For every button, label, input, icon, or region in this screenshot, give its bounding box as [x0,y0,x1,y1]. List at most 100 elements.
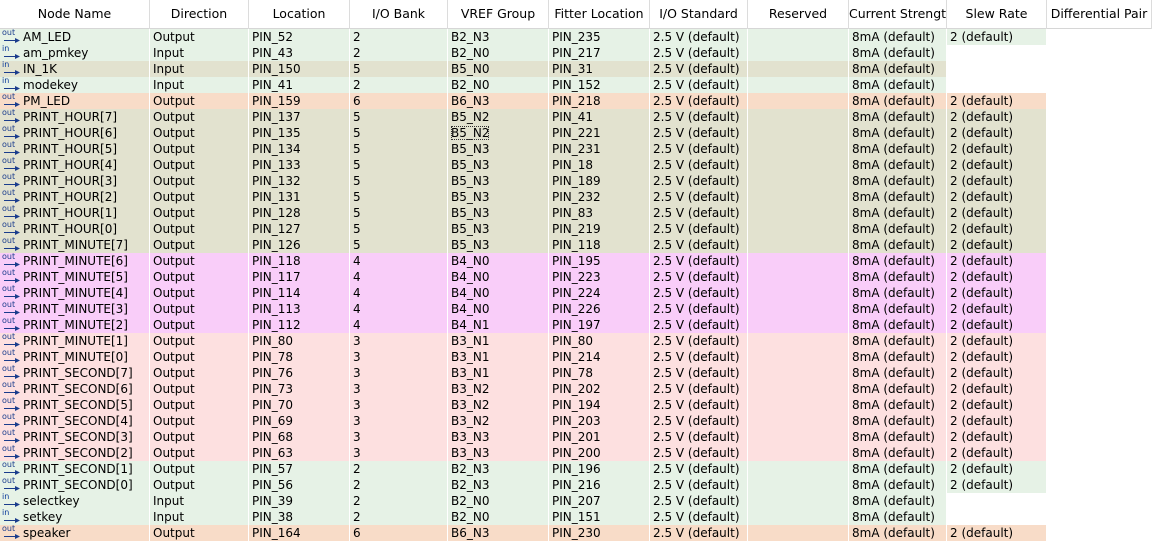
cell-io-bank[interactable]: 5 [350,189,448,205]
cell-direction[interactable]: Output [150,189,249,205]
cell-node-name[interactable]: in selectkey [0,493,150,509]
cell-direction[interactable]: Output [150,29,249,45]
cell-direction[interactable]: Input [150,509,249,525]
cell-location[interactable]: PIN_80 [249,333,350,349]
cell-slew-rate[interactable]: 2 (default) [947,285,1047,301]
cell-reserved[interactable] [748,285,849,301]
cell-slew-rate[interactable]: 2 (default) [947,141,1047,157]
cell-current-strength[interactable]: 8mA (default) [849,221,947,237]
cell-fitter-location[interactable]: PIN_235 [549,29,650,45]
cell-io-standard[interactable]: 2.5 V (default) [650,285,748,301]
table-row[interactable]: out PRINT_SECOND[7] Output PIN_76 3 B3_N1 PIN_… [0,365,1152,381]
cell-slew-rate[interactable]: 2 (default) [947,125,1047,141]
table-row[interactable]: out PM_LED Output PIN_159 6 B6_N3 PIN_218 2.5 V… [0,93,1152,109]
cell-fitter-location[interactable]: PIN_219 [549,221,650,237]
cell-fitter-location[interactable]: PIN_78 [549,365,650,381]
cell-direction[interactable]: Output [150,381,249,397]
cell-differential-pair[interactable] [1047,125,1152,141]
cell-vref-group[interactable]: B3_N2 [448,397,549,413]
cell-io-bank[interactable]: 3 [350,333,448,349]
cell-io-bank[interactable]: 2 [350,461,448,477]
cell-reserved[interactable] [748,141,849,157]
cell-node-name[interactable]: out PRINT_SECOND[4] [0,413,150,429]
cell-node-name[interactable]: out AM_LED [0,29,150,45]
cell-differential-pair[interactable] [1047,509,1152,525]
cell-slew-rate[interactable]: 2 (default) [947,93,1047,109]
cell-current-strength[interactable]: 8mA (default) [849,349,947,365]
cell-io-standard[interactable]: 2.5 V (default) [650,493,748,509]
cell-location[interactable]: PIN_52 [249,29,350,45]
cell-slew-rate[interactable] [947,45,1047,61]
cell-current-strength[interactable]: 8mA (default) [849,125,947,141]
cell-node-name[interactable]: out PRINT_SECOND[7] [0,365,150,381]
cell-differential-pair[interactable] [1047,221,1152,237]
cell-fitter-location[interactable]: PIN_200 [549,445,650,461]
cell-slew-rate[interactable]: 2 (default) [947,381,1047,397]
cell-differential-pair[interactable] [1047,397,1152,413]
cell-location[interactable]: PIN_114 [249,285,350,301]
cell-reserved[interactable] [748,349,849,365]
cell-vref-group[interactable]: B2_N0 [448,509,549,525]
table-row[interactable]: out PRINT_MINUTE[1] Output PIN_80 3 B3_N1 PIN_… [0,333,1152,349]
cell-slew-rate[interactable]: 2 (default) [947,109,1047,125]
column-header-node-name[interactable]: Node Name [0,0,150,29]
table-row[interactable]: out PRINT_SECOND[0] Output PIN_56 2 B2_N3 PIN_… [0,477,1152,493]
cell-io-bank[interactable]: 2 [350,493,448,509]
cell-io-standard[interactable]: 2.5 V (default) [650,365,748,381]
cell-location[interactable]: PIN_113 [249,301,350,317]
cell-io-standard[interactable]: 2.5 V (default) [650,509,748,525]
cell-reserved[interactable] [748,397,849,413]
cell-reserved[interactable] [748,477,849,493]
cell-reserved[interactable] [748,317,849,333]
cell-direction[interactable]: Output [150,349,249,365]
cell-current-strength[interactable]: 8mA (default) [849,477,947,493]
cell-reserved[interactable] [748,173,849,189]
cell-fitter-location[interactable]: PIN_221 [549,125,650,141]
cell-slew-rate[interactable]: 2 (default) [947,397,1047,413]
cell-location[interactable]: PIN_164 [249,525,350,541]
table-row[interactable]: out speaker Output PIN_164 6 B6_N3 PIN_230 2.5 … [0,525,1152,541]
cell-vref-group[interactable]: B3_N2 [448,413,549,429]
cell-vref-group[interactable]: B2_N0 [448,45,549,61]
cell-reserved[interactable] [748,125,849,141]
cell-node-name[interactable]: out speaker [0,525,150,541]
cell-direction[interactable]: Output [150,477,249,493]
cell-fitter-location[interactable]: PIN_230 [549,525,650,541]
cell-io-bank[interactable]: 3 [350,397,448,413]
cell-direction[interactable]: Output [150,397,249,413]
column-header-reserved[interactable]: Reserved [748,0,849,29]
cell-location[interactable]: PIN_135 [249,125,350,141]
cell-reserved[interactable] [748,253,849,269]
cell-direction[interactable]: Output [150,157,249,173]
cell-location[interactable]: PIN_117 [249,269,350,285]
cell-location[interactable]: PIN_68 [249,429,350,445]
cell-node-name[interactable]: out PRINT_HOUR[2] [0,189,150,205]
cell-location[interactable]: PIN_118 [249,253,350,269]
cell-node-name[interactable]: out PRINT_HOUR[0] [0,221,150,237]
cell-current-strength[interactable]: 8mA (default) [849,429,947,445]
column-header-vref-group[interactable]: VREF Group [448,0,549,29]
cell-direction[interactable]: Output [150,301,249,317]
cell-io-bank[interactable]: 5 [350,173,448,189]
table-row[interactable]: out PRINT_SECOND[5] Output PIN_70 3 B3_N2 PIN_… [0,397,1152,413]
cell-reserved[interactable] [748,189,849,205]
table-row[interactable]: out PRINT_SECOND[1] Output PIN_57 2 B2_N3 PIN_… [0,461,1152,477]
table-row[interactable]: out PRINT_SECOND[3] Output PIN_68 3 B3_N3 PIN_… [0,429,1152,445]
cell-current-strength[interactable]: 8mA (default) [849,141,947,157]
cell-current-strength[interactable]: 8mA (default) [849,509,947,525]
cell-io-standard[interactable]: 2.5 V (default) [650,205,748,221]
cell-fitter-location[interactable]: PIN_226 [549,301,650,317]
cell-differential-pair[interactable] [1047,317,1152,333]
cell-node-name[interactable]: out PRINT_MINUTE[5] [0,269,150,285]
cell-fitter-location[interactable]: PIN_223 [549,269,650,285]
cell-io-bank[interactable]: 6 [350,93,448,109]
cell-io-standard[interactable]: 2.5 V (default) [650,301,748,317]
cell-node-name[interactable]: out PRINT_SECOND[0] [0,477,150,493]
column-header-io-bank[interactable]: I/O Bank [350,0,448,29]
cell-fitter-location[interactable]: PIN_31 [549,61,650,77]
cell-io-standard[interactable]: 2.5 V (default) [650,317,748,333]
cell-vref-group[interactable]: B4_N0 [448,269,549,285]
cell-node-name[interactable]: in modekey [0,77,150,93]
cell-direction[interactable]: Output [150,413,249,429]
cell-slew-rate[interactable]: 2 (default) [947,237,1047,253]
